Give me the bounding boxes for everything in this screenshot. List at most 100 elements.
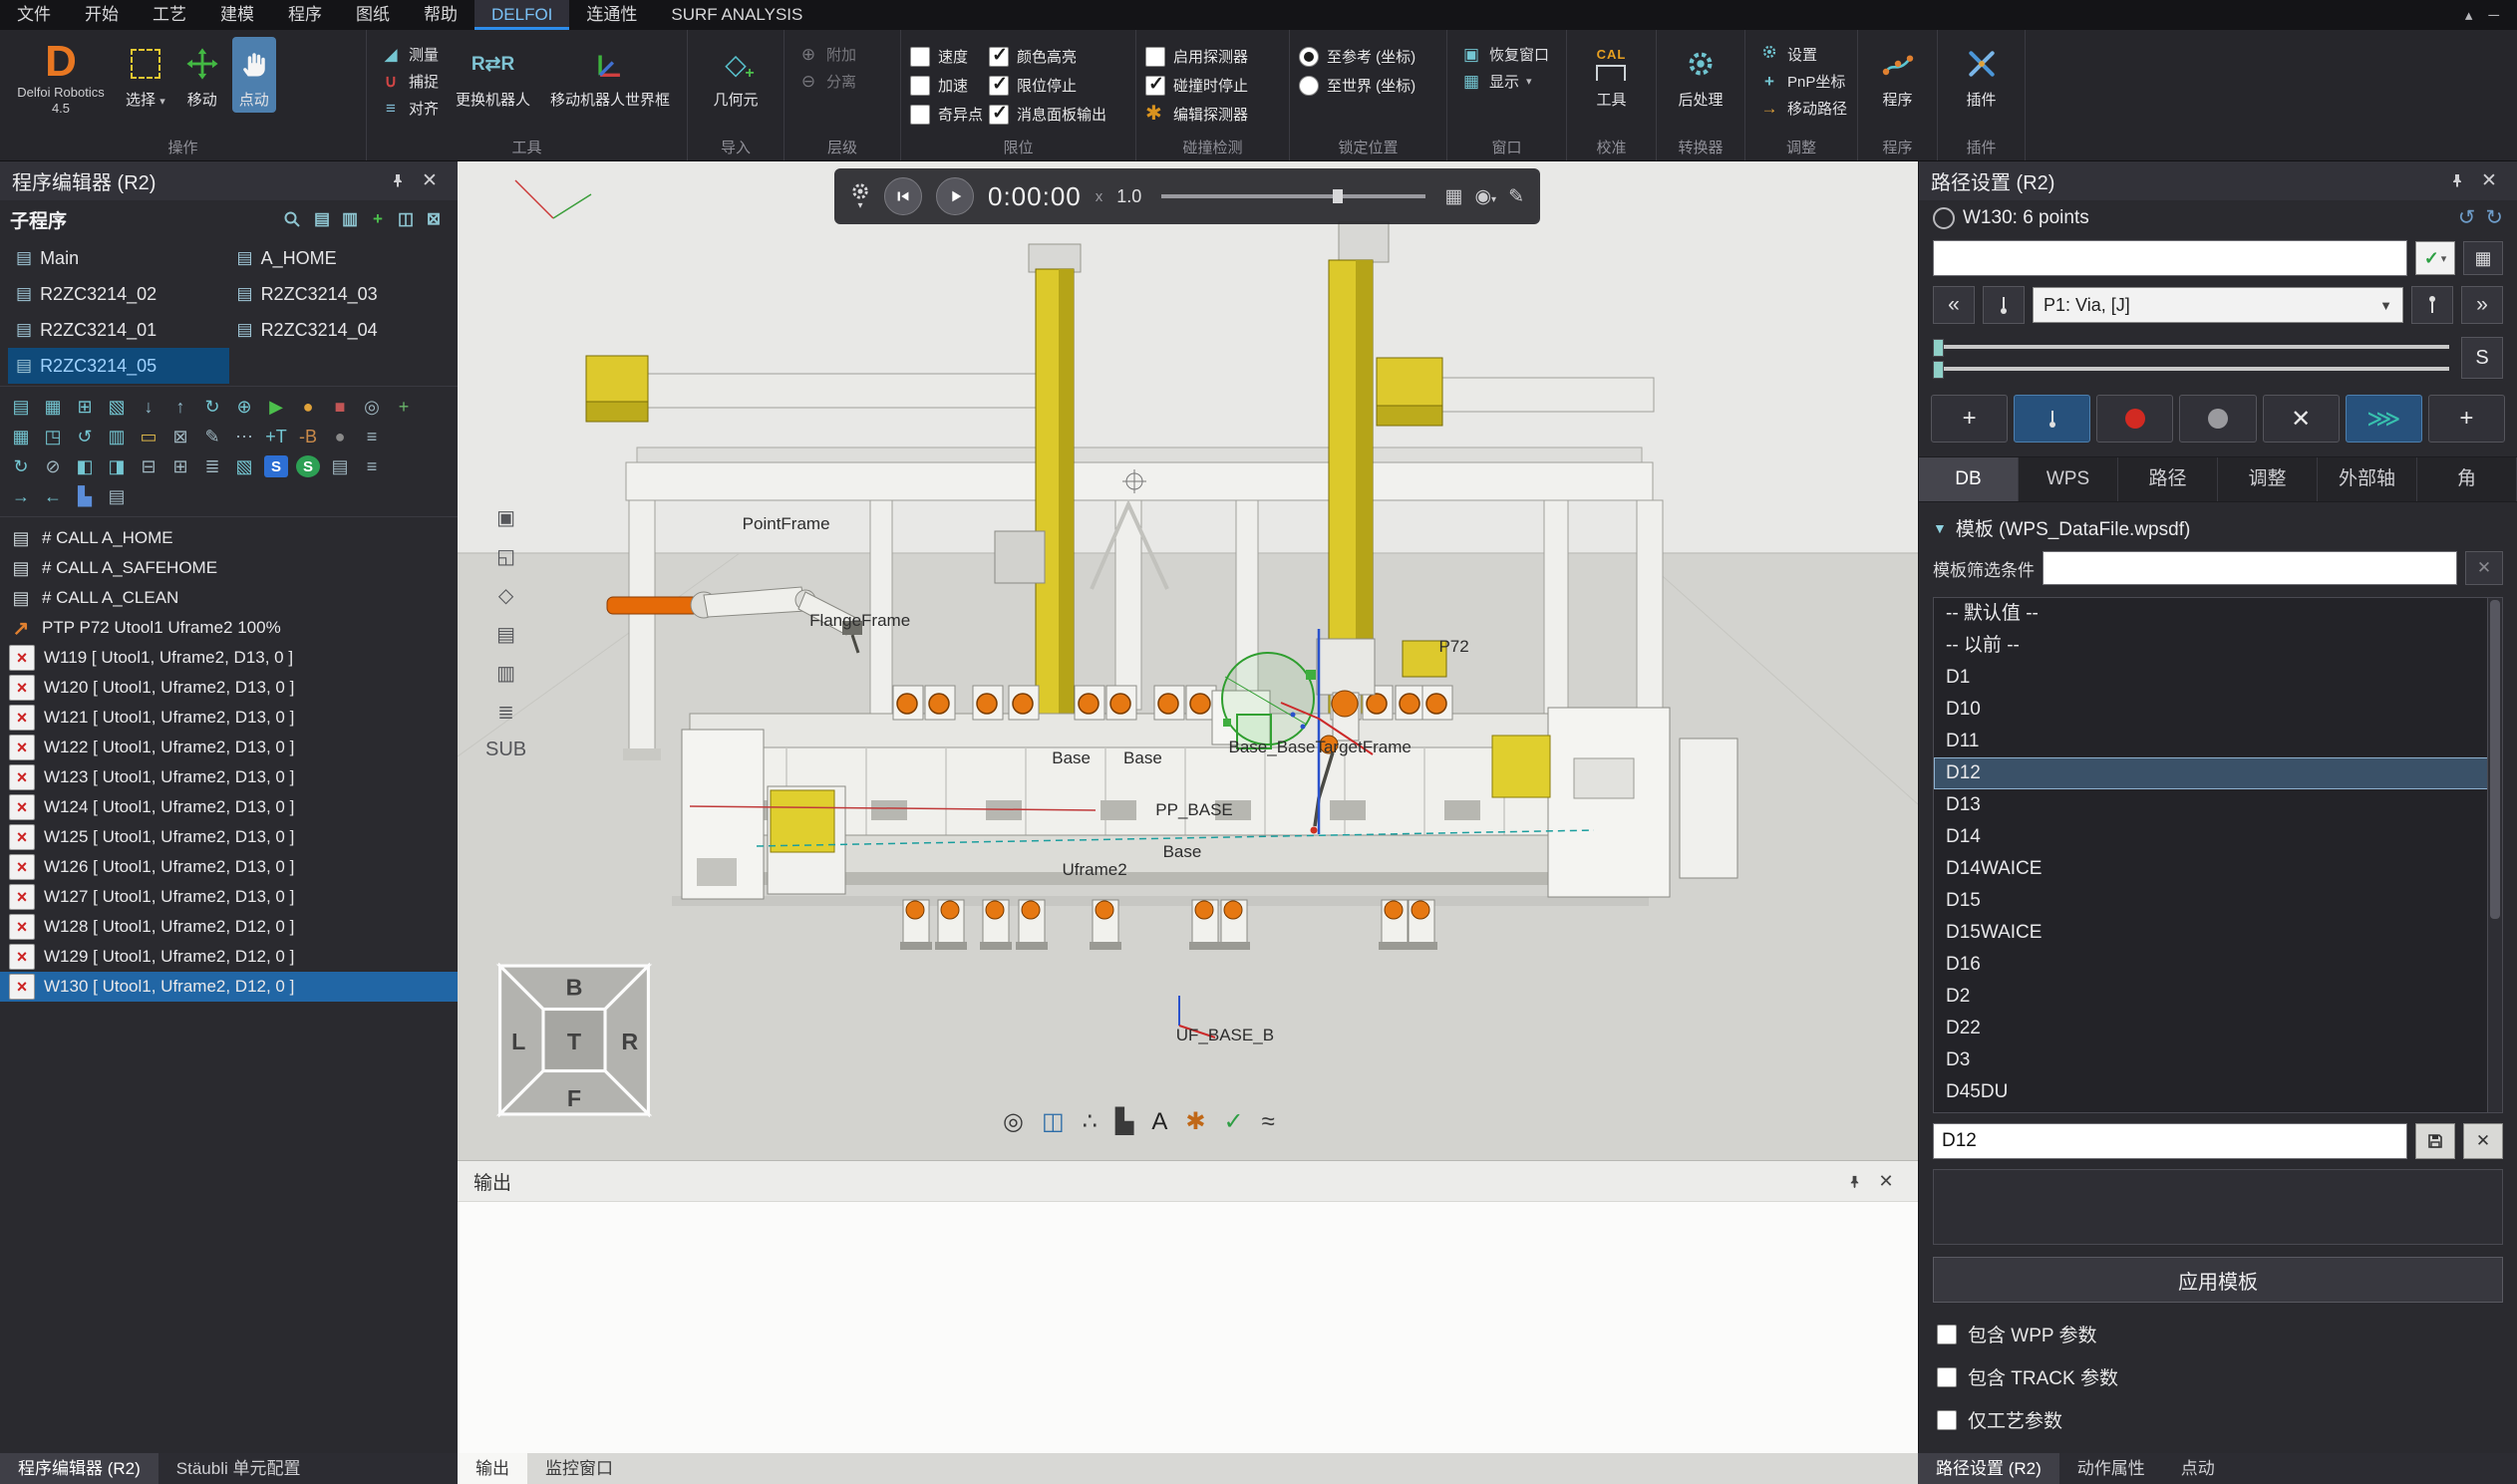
program-statement-row[interactable]: PTP P72 Utool1 Uframe2 100%	[0, 613, 458, 643]
template-item[interactable]: D16	[1934, 949, 2502, 981]
editor-toolbar-icon[interactable]: ●	[325, 423, 355, 450]
slider-handle[interactable]	[1933, 339, 1944, 357]
program-statement-row[interactable]: # CALL A_SAFEHOME	[0, 553, 458, 583]
settings-tab[interactable]: DB	[1919, 457, 2019, 501]
menu-item[interactable]: 程序	[271, 0, 339, 30]
bottom-tab[interactable]: Stäubli 单元配置	[158, 1453, 319, 1484]
template-description-box[interactable]	[1933, 1169, 2503, 1245]
bottom-tab[interactable]: 输出	[458, 1453, 527, 1484]
menu-item[interactable]: SURF ANALYSIS	[654, 0, 819, 30]
subprogram-action-icon[interactable]: ◫	[392, 205, 420, 233]
close-icon[interactable]: ✕	[1870, 1166, 1902, 1196]
template-filter-input[interactable]	[2043, 551, 2457, 585]
editor-toolbar-icon[interactable]: ↻	[197, 393, 227, 421]
settings-tab[interactable]: 调整	[2218, 457, 2318, 501]
annotate-icon[interactable]: ✎	[1508, 185, 1524, 208]
viewport-side-icon[interactable]: ≣	[485, 700, 526, 725]
slider-handle[interactable]	[1933, 361, 1944, 379]
editor-toolbar-icon[interactable]: ▦	[38, 393, 68, 421]
apply-template-button[interactable]: 应用模板	[1933, 1257, 2503, 1303]
playback-settings-icon[interactable]: ▾	[850, 181, 870, 211]
template-option-checkbox[interactable]: 仅工艺参数	[1923, 1398, 2513, 1441]
multi-jog-button[interactable]: ⋙	[2346, 395, 2422, 443]
settings-tab[interactable]: 角	[2417, 457, 2517, 501]
editor-toolbar-icon[interactable]: ◨	[102, 452, 132, 480]
jog-tool-button[interactable]: 点动	[232, 37, 276, 113]
move-path-button[interactable]: →移动路径	[1754, 97, 1851, 120]
template-item[interactable]: D10	[1934, 694, 2502, 726]
viewport-bottom-icon[interactable]: ∴	[1083, 1107, 1098, 1136]
editor-toolbar-icon[interactable]: ↻	[6, 452, 36, 480]
limit-checkbox[interactable]: 颜色高亮	[989, 46, 1106, 67]
editor-toolbar-icon[interactable]: ■	[325, 393, 355, 421]
post-process-button[interactable]: 后处理	[1671, 37, 1730, 113]
menu-item[interactable]: 连通性	[569, 0, 654, 30]
template-item[interactable]: D3	[1934, 1044, 2502, 1076]
editor-toolbar-icon[interactable]: ▥	[102, 423, 132, 450]
template-item[interactable]: D12	[1934, 757, 2502, 789]
program-statement-row[interactable]: W127 [ Utool1, Uframe2, D13, 0 ]	[0, 882, 458, 912]
viewport-side-icon[interactable]: ◱	[485, 544, 526, 569]
program-button[interactable]: 程序	[1875, 37, 1921, 113]
export-image-icon[interactable]: ▦	[1445, 185, 1463, 208]
editor-toolbar-icon[interactable]: ←	[38, 482, 68, 510]
subprogram-action-icon[interactable]: ▥	[336, 205, 364, 233]
editor-toolbar-icon[interactable]: ⊠	[165, 423, 195, 450]
menu-item[interactable]: 文件	[0, 0, 68, 30]
subprogram-node[interactable]: ▤ Main	[8, 240, 229, 276]
program-statement-row[interactable]: W130 [ Utool1, Uframe2, D12, 0 ]	[0, 972, 458, 1002]
speed-slider[interactable]	[1161, 194, 1424, 198]
add-point-button[interactable]: +	[1931, 395, 2008, 443]
collapse-arrow-icon[interactable]: ▼	[1933, 520, 1947, 536]
menu-item[interactable]: 建模	[203, 0, 271, 30]
minimize-icon[interactable]: ─	[2488, 7, 2499, 24]
menu-item[interactable]: 帮助	[407, 0, 474, 30]
program-statement-row[interactable]: W124 [ Utool1, Uframe2, D13, 0 ]	[0, 792, 458, 822]
template-option-checkbox[interactable]: 包含 TRACK 参数	[1923, 1355, 2513, 1398]
point-radio[interactable]	[1933, 207, 1955, 229]
save-template-button[interactable]	[2415, 1123, 2455, 1159]
template-item[interactable]: D2	[1934, 981, 2502, 1013]
bottom-tab[interactable]: 路径设置 (R2)	[1918, 1453, 2059, 1484]
editor-toolbar-icon[interactable]: ▤	[6, 393, 36, 421]
viewport-side-icon[interactable]: SUB	[485, 739, 526, 761]
editor-toolbar-icon[interactable]: ⋯	[229, 423, 259, 450]
editor-toolbar-icon[interactable]: ●	[293, 393, 323, 421]
grid-view-button[interactable]: ▦	[2463, 241, 2503, 275]
collision-checkbox[interactable]: 碰撞时停止	[1145, 75, 1248, 96]
template-option-checkbox[interactable]: 包含 WPP 参数	[1923, 1313, 2513, 1355]
delete-point-button[interactable]: ✕	[2263, 395, 2340, 443]
viewport-side-icon[interactable]: ▥	[485, 661, 526, 686]
redo-icon[interactable]: ↻	[2485, 205, 2503, 230]
editor-toolbar-icon[interactable]: ↺	[70, 423, 100, 450]
editor-toolbar-icon[interactable]: ◎	[357, 393, 387, 421]
segment-position-slider[interactable]	[1933, 367, 2449, 371]
program-statement-row[interactable]: # CALL A_HOME	[0, 523, 458, 553]
editor-toolbar-icon[interactable]: ≣	[197, 452, 227, 480]
geometry-import-button[interactable]: ◇+ 几何元	[706, 37, 765, 113]
program-statement-row[interactable]: W129 [ Utool1, Uframe2, D12, 0 ]	[0, 942, 458, 972]
editor-toolbar-icon[interactable]: ▶	[261, 393, 291, 421]
editor-toolbar-icon[interactable]: ≡	[357, 423, 387, 450]
editor-toolbar-icon[interactable]: S	[296, 455, 320, 477]
editor-toolbar-icon[interactable]: →	[6, 482, 36, 510]
output-log[interactable]	[458, 1202, 1918, 1453]
search-icon[interactable]	[278, 205, 306, 233]
last-point-button[interactable]: »	[2461, 286, 2503, 324]
editor-toolbar-icon[interactable]: ▭	[134, 423, 163, 450]
play-button[interactable]	[936, 177, 974, 215]
bottom-tab[interactable]: 程序编辑器 (R2)	[0, 1453, 158, 1484]
editor-toolbar-icon[interactable]: ▧	[229, 452, 259, 480]
pnp-coords-button[interactable]: +PnP坐标	[1754, 70, 1851, 93]
template-item[interactable]: D13	[1934, 789, 2502, 821]
viewport-bottom-icon[interactable]: ◫	[1042, 1107, 1065, 1136]
point-name-input[interactable]	[1933, 240, 2407, 276]
move-tool-button[interactable]: 移动	[178, 37, 226, 113]
program-statement-row[interactable]: W120 [ Utool1, Uframe2, D13, 0 ]	[0, 673, 458, 703]
record-video-icon[interactable]: ◉▾	[1474, 185, 1496, 208]
editor-toolbar-icon[interactable]: ⊞	[165, 452, 195, 480]
program-statement-row[interactable]: W121 [ Utool1, Uframe2, D13, 0 ]	[0, 703, 458, 733]
menu-item[interactable]: DELFOI	[474, 0, 569, 30]
editor-toolbar-icon[interactable]: ▤	[325, 452, 355, 480]
editor-toolbar-icon[interactable]: ↑	[165, 393, 195, 421]
